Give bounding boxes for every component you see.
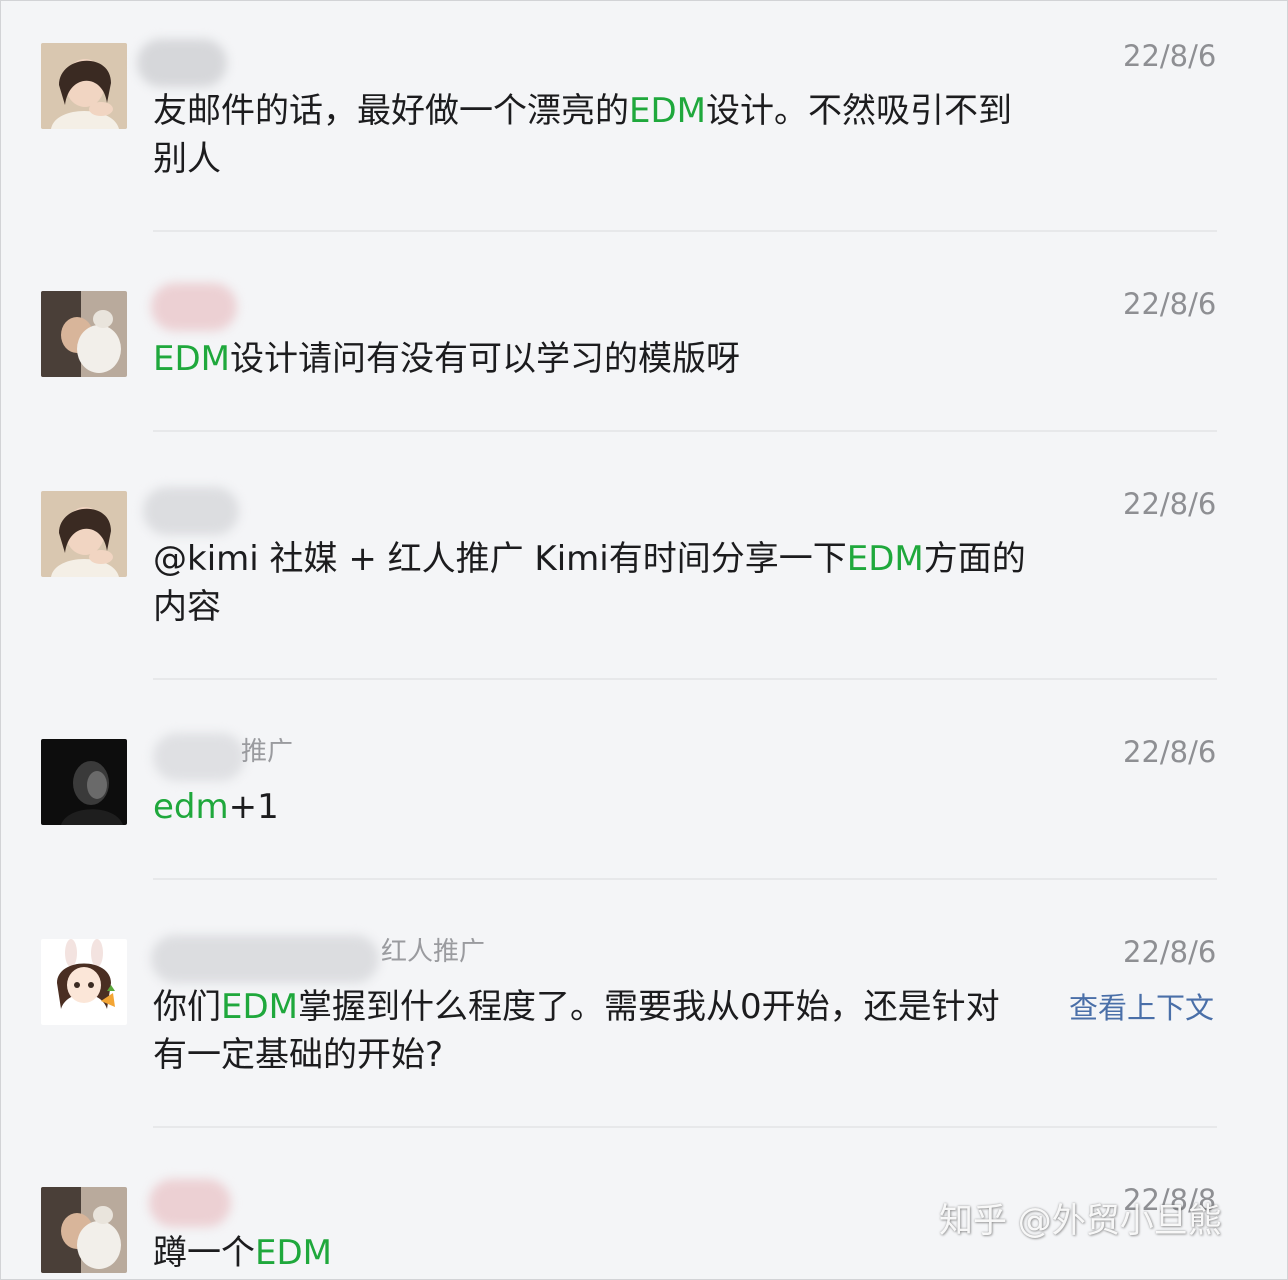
username-suffix: 推广 [241, 737, 294, 767]
avatar[interactable] [41, 739, 127, 825]
divider [153, 678, 1217, 680]
blurred-username[interactable] [153, 733, 245, 781]
comment-text: 你们EDM掌握到什么程度了。需要我从0开始，还是针对有一定基础的开始? [153, 987, 1000, 1075]
divider [153, 878, 1217, 880]
comment-text: @kimi 社媒 + 红人推广 Kimi有时间分享一下EDM方面的内容 [153, 539, 1026, 627]
blurred-username[interactable] [151, 283, 237, 331]
comment-date: 22/8/6 [1123, 39, 1217, 73]
avatar[interactable] [41, 43, 127, 129]
comment-text: 蹲一个EDM [153, 1233, 332, 1273]
zhihu-watermark: 知乎 @外贸小旦熊 [939, 1201, 1222, 1241]
avatar[interactable] [41, 939, 127, 1025]
comment-text: edm+1 [153, 787, 279, 827]
comment-date: 22/8/6 [1123, 935, 1217, 969]
blurred-username[interactable] [137, 39, 227, 87]
username-suffix: 红人推广 [381, 937, 486, 967]
divider [153, 430, 1217, 432]
avatar[interactable] [41, 491, 127, 577]
blurred-username[interactable] [149, 1179, 231, 1227]
blurred-username[interactable] [143, 487, 239, 535]
comment-date: 22/8/6 [1123, 735, 1217, 769]
avatar[interactable] [41, 1187, 127, 1273]
view-context-link[interactable]: 查看上下文 [1069, 991, 1214, 1025]
comment-text: 友邮件的话，最好做一个漂亮的EDM设计。不然吸引不到别人 [153, 91, 1012, 179]
blurred-username[interactable] [151, 935, 379, 983]
divider [153, 230, 1217, 232]
comment-date: 22/8/6 [1123, 487, 1217, 521]
comment-date: 22/8/6 [1123, 287, 1217, 321]
comment-list: 22/8/6 友邮件的话，最好做一个漂亮的EDM设计。不然吸引不到别人 22/8… [0, 0, 1288, 1280]
divider [153, 1126, 1217, 1128]
avatar[interactable] [41, 291, 127, 377]
comment-text: EDM设计请问有没有可以学习的模版呀 [153, 339, 740, 379]
